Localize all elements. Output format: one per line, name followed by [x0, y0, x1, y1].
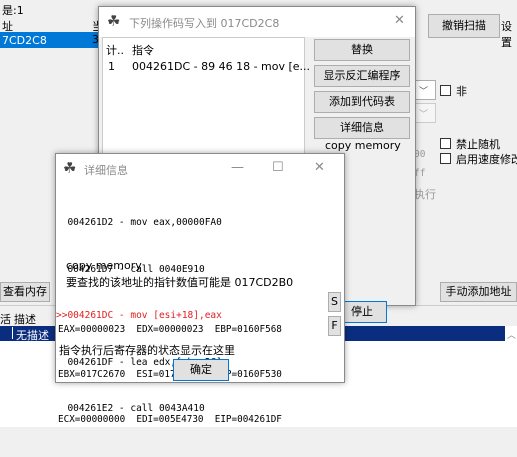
- show-disassembler-button[interactable]: 显示反汇编程序: [314, 65, 410, 87]
- dialog-titlebar: ☘ 详细信息 — ☐ ✕: [56, 154, 344, 184]
- row-instruction: 004261DC - 89 46 18 - mov [e...: [132, 60, 311, 73]
- enable-speedhack-label: 启用速度修改: [456, 153, 517, 166]
- chevron-down-icon: ﹀: [419, 87, 429, 97]
- chevron-down-icon: ﹀: [419, 110, 429, 120]
- row-index: 1: [108, 60, 115, 73]
- not-label: 非: [456, 85, 467, 98]
- register-line: ECX=00000000 EDI=005E4730 EIP=004261DF: [58, 414, 282, 425]
- cheat-engine-logo-icon: ☘: [107, 12, 121, 30]
- registers-view: EAX=00000023 EDX=00000023 EBP=0160F568 E…: [58, 292, 282, 457]
- table-header-description: 描述: [14, 313, 36, 326]
- scroll-up-icon[interactable]: ︿: [507, 328, 516, 341]
- count-column-header[interactable]: 计..: [106, 42, 124, 58]
- dialog-title: 详细信息: [84, 164, 128, 177]
- undo-scan-button[interactable]: 撤销扫描: [428, 14, 500, 38]
- instruction-list[interactable]: 计.. 指令 1 004261DC - 89 46 18 - mov [e...: [102, 37, 310, 157]
- disable-random-checkbox[interactable]: [440, 138, 451, 149]
- float-button[interactable]: F: [328, 316, 341, 336]
- maximize-icon[interactable]: ☐: [272, 160, 284, 175]
- status-text: 指令执行后寄存器的状态显示在这里: [59, 344, 235, 357]
- settings-label[interactable]: 设置: [501, 18, 517, 50]
- extra-info-dialog: ☘ 详细信息 — ☐ ✕ 004261D2 - mov eax,00000FA0…: [55, 153, 345, 425]
- view-memory-button[interactable]: 查看内存: [0, 282, 50, 302]
- description-cell: 无描述: [16, 329, 49, 342]
- add-to-codelist-button[interactable]: 添加到代码表: [314, 91, 410, 113]
- divider: [12, 327, 13, 339]
- dialog-title: 下列操作码写入到 017CD2C8: [129, 17, 280, 30]
- more-info-button[interactable]: 详细信息: [314, 117, 410, 139]
- list-item[interactable]: 1 004261DC - 89 46 18 - mov [e...: [103, 58, 310, 74]
- instruction-column-header[interactable]: 指令: [132, 42, 154, 58]
- register-line: EBX=017C2670 ESI=017CD2B0 ESP=0160F530: [58, 369, 282, 380]
- close-icon[interactable]: ✕: [394, 13, 405, 28]
- selected-result-row[interactable]: 7CD2C8: [0, 32, 100, 48]
- asm-line: 004261D2 - mov eax,00000FA0: [56, 217, 222, 228]
- background-text: 执行: [414, 188, 436, 201]
- disable-random-label: 禁止随机: [456, 138, 500, 151]
- pointer-hint: 要查找的该地址的指针数值可能是 017CD2B0: [66, 276, 294, 289]
- replace-button[interactable]: 替换: [314, 39, 410, 61]
- add-address-manually-button[interactable]: 手动添加地址: [440, 282, 517, 302]
- ok-button[interactable]: 确定: [173, 359, 229, 381]
- dialog-titlebar: ☘ 下列操作码写入到 017CD2C8 ✕: [99, 7, 415, 37]
- not-checkbox[interactable]: [440, 85, 451, 96]
- copy-memory-label[interactable]: copy memory: [66, 259, 142, 272]
- cheat-engine-logo-icon: ☘: [63, 159, 77, 177]
- found-count: 是:1: [2, 4, 24, 17]
- minimize-icon[interactable]: —: [231, 160, 244, 175]
- stack-button[interactable]: S: [328, 292, 341, 312]
- enable-speedhack-checkbox[interactable]: [440, 153, 451, 164]
- register-line: EAX=00000023 EDX=00000023 EBP=0160F568: [58, 324, 282, 335]
- selected-address: 7CD2C8: [2, 34, 47, 47]
- close-icon[interactable]: ✕: [314, 160, 325, 175]
- copy-memory-label[interactable]: copy memory: [325, 139, 401, 152]
- table-header-active: 活: [0, 313, 11, 326]
